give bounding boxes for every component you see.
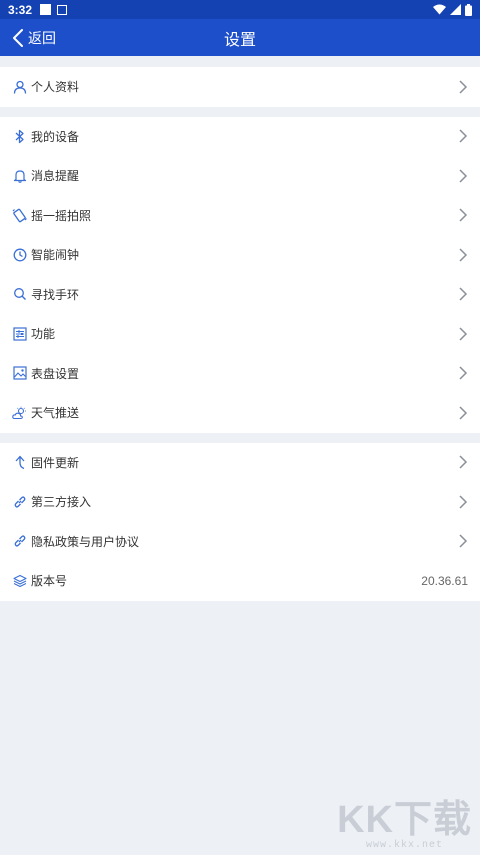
clock-icon xyxy=(12,247,27,262)
settings-item-firmware-update[interactable]: 固件更新 xyxy=(0,443,480,483)
watermark: KK下载 www.kkx.net xyxy=(337,800,472,851)
settings-group-about: 固件更新 第三方接入 隐私政策与用户协议 版本号 20.36.61 xyxy=(0,442,480,601)
bell-icon xyxy=(12,168,27,183)
chevron-right-icon xyxy=(459,366,468,380)
battery-icon xyxy=(465,3,472,16)
version-value: 20.36.61 xyxy=(421,573,468,588)
settings-item-label: 消息提醒 xyxy=(31,169,80,184)
status-time: 3:32 xyxy=(8,2,33,17)
settings-item-profile[interactable]: 个人资料 xyxy=(0,67,480,107)
bluetooth-icon xyxy=(12,129,27,144)
wifi-icon xyxy=(433,4,446,15)
chevron-right-icon xyxy=(459,208,468,222)
settings-item-label: 智能闹钟 xyxy=(31,248,80,263)
app-bar: 返回 设置 xyxy=(0,19,480,56)
chevron-right-icon xyxy=(459,80,468,94)
settings-item-label: 我的设备 xyxy=(31,129,80,144)
update-arrow-icon xyxy=(12,455,27,470)
settings-group-profile: 个人资料 xyxy=(0,67,480,107)
notification-app-icon xyxy=(57,4,68,15)
settings-item-version: 版本号 20.36.61 xyxy=(0,561,480,601)
chevron-right-icon xyxy=(459,495,468,509)
settings-item-label: 摇一摇拍照 xyxy=(31,208,92,223)
settings-item-privacy-policy[interactable]: 隐私政策与用户协议 xyxy=(0,522,480,562)
link-icon xyxy=(12,534,27,549)
settings-item-find-band[interactable]: 寻找手环 xyxy=(0,275,480,315)
shake-phone-icon xyxy=(12,208,27,223)
chevron-right-icon xyxy=(459,169,468,183)
page-title: 设置 xyxy=(223,29,256,49)
settings-item-weather-push[interactable]: 天气推送 xyxy=(0,393,480,433)
settings-item-notifications[interactable]: 消息提醒 xyxy=(0,156,480,196)
settings-item-label: 版本号 xyxy=(31,574,68,589)
settings-item-smart-alarm[interactable]: 智能闹钟 xyxy=(0,235,480,275)
group-gap xyxy=(0,106,480,117)
settings-item-label: 隐私政策与用户协议 xyxy=(31,534,140,549)
back-button[interactable]: 返回 xyxy=(0,19,56,56)
link-icon xyxy=(12,494,27,509)
settings-item-label: 个人资料 xyxy=(31,80,80,95)
status-bar: 3:32 xyxy=(0,0,480,19)
settings-item-label: 表盘设置 xyxy=(31,366,80,381)
chevron-right-icon xyxy=(459,455,468,469)
notification-icon xyxy=(40,4,52,15)
chevron-left-icon xyxy=(13,28,23,47)
signal-icon xyxy=(450,4,461,15)
search-icon xyxy=(12,287,27,302)
chevron-right-icon xyxy=(459,406,468,420)
sliders-icon xyxy=(12,326,27,341)
person-icon xyxy=(12,79,27,94)
chevron-right-icon xyxy=(459,287,468,301)
weather-icon xyxy=(12,405,27,420)
settings-item-label: 固件更新 xyxy=(31,455,80,470)
watermark-text: KK下载 xyxy=(337,799,472,841)
back-label: 返回 xyxy=(28,30,56,47)
settings-item-shake-photo[interactable]: 摇一摇拍照 xyxy=(0,196,480,236)
watermark-url: www.kkx.net xyxy=(366,840,444,851)
settings-item-functions[interactable]: 功能 xyxy=(0,314,480,354)
chevron-right-icon xyxy=(459,129,468,143)
chevron-right-icon xyxy=(459,248,468,262)
settings-item-label: 寻找手环 xyxy=(31,287,80,302)
group-gap xyxy=(0,56,480,67)
settings-item-label: 第三方接入 xyxy=(31,495,92,510)
layers-icon xyxy=(12,573,27,588)
settings-item-watch-face[interactable]: 表盘设置 xyxy=(0,354,480,394)
settings-item-label: 功能 xyxy=(31,327,56,342)
settings-item-my-device[interactable]: 我的设备 xyxy=(0,117,480,157)
settings-item-label: 天气推送 xyxy=(31,406,80,421)
settings-item-third-party[interactable]: 第三方接入 xyxy=(0,482,480,522)
settings-group-device: 我的设备 消息提醒 摇一摇拍照 智能闹钟 寻找手环 功能 表盘设置 天气推送 xyxy=(0,116,480,433)
chevron-right-icon xyxy=(459,534,468,548)
picture-icon xyxy=(12,366,27,381)
group-gap xyxy=(0,432,480,443)
chevron-right-icon xyxy=(459,327,468,341)
